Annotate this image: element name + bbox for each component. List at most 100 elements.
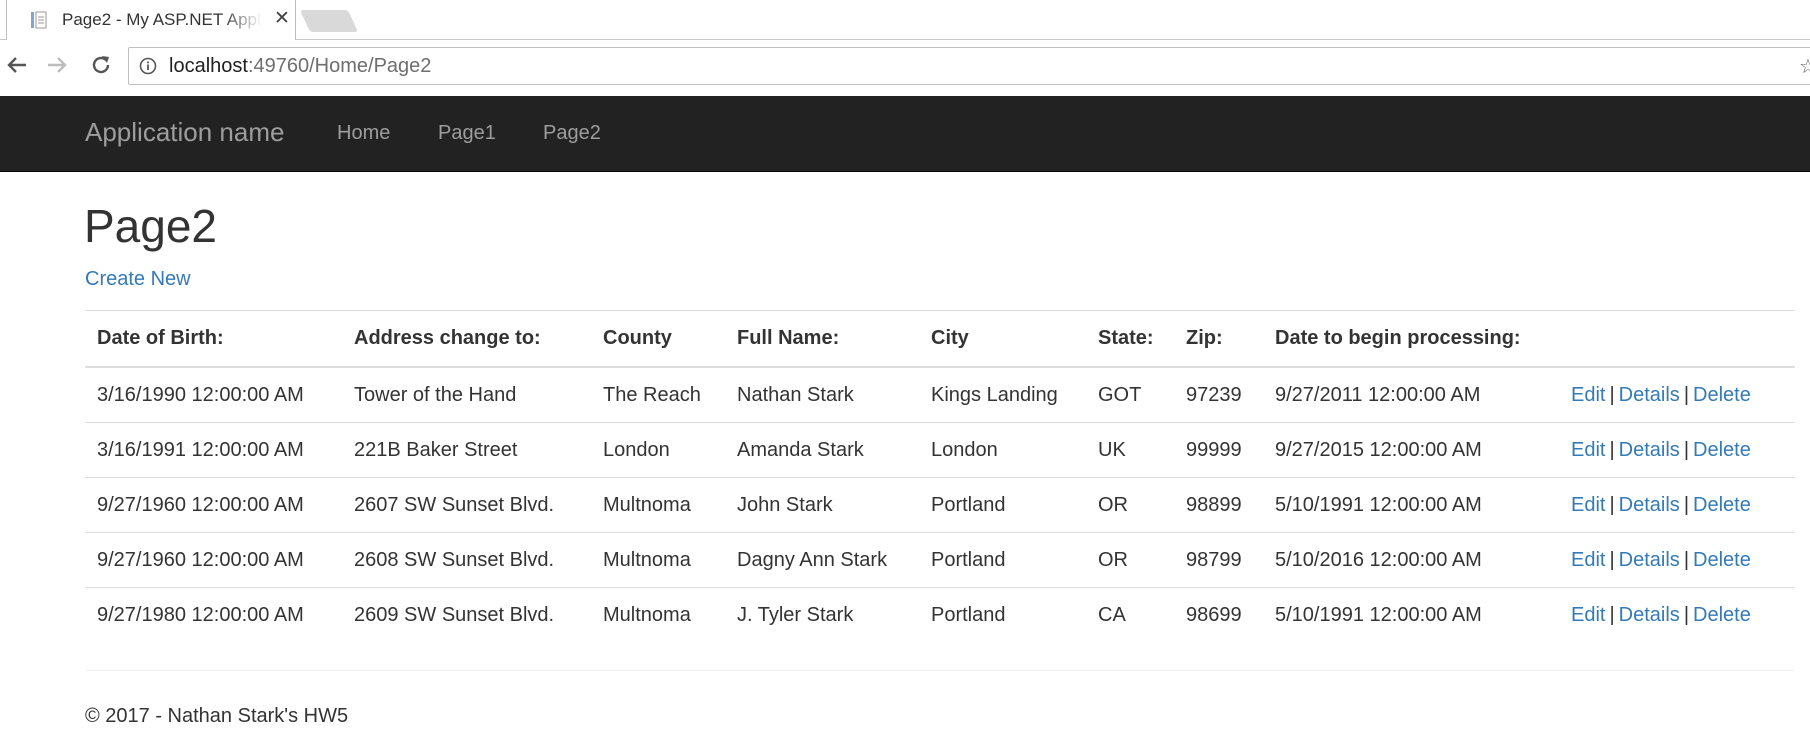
cell-date-of-birth: 9/27/1960 12:00:00 AM [85, 532, 342, 588]
separator: | [1609, 438, 1615, 461]
browser-tabstrip: Page2 - My ASP.NET Application ✕ [0, 0, 1810, 40]
footer-divider [85, 670, 1795, 671]
url-host: localhost [169, 55, 248, 77]
table-header-row: Date of Birth: Address change to: County… [85, 310, 1795, 368]
delete-link[interactable]: Delete [1693, 439, 1751, 461]
cell-county: London [591, 422, 725, 478]
cell-date-of-birth: 3/16/1991 12:00:00 AM [85, 422, 342, 478]
cell-city: Portland [919, 477, 1086, 533]
cell-actions: Edit | Details | Delete [1559, 422, 1795, 478]
page-title: Page2 [84, 200, 218, 252]
app-navbar: Application name Home Page1 Page2 [0, 96, 1810, 172]
new-tab-button[interactable] [299, 10, 359, 32]
separator: | [1683, 493, 1690, 516]
cell-actions: Edit | Details | Delete [1559, 477, 1795, 533]
details-link[interactable]: Details [1619, 384, 1680, 406]
cell-zip: 98799 [1174, 532, 1263, 588]
cell-state: OR [1086, 477, 1174, 533]
cell-actions: Edit | Details | Delete [1559, 588, 1795, 643]
table-row: 9/27/1960 12:00:00 AM 2608 SW Sunset Blv… [85, 532, 1795, 588]
header-date-of-birth: Date of Birth: [85, 310, 342, 368]
forward-icon[interactable] [40, 48, 74, 82]
cell-state: CA [1098, 603, 1126, 626]
navbar-brand[interactable]: Application name [85, 117, 284, 148]
separator: | [1683, 383, 1690, 406]
cell-actions: Edit | Details | Delete [1559, 532, 1795, 588]
browser-tab-active[interactable]: Page2 - My ASP.NET Application ✕ [6, 0, 296, 40]
cell-county: Multnoma [591, 532, 725, 588]
browser-tab-title: Page2 - My ASP.NET Application [62, 10, 262, 29]
edit-link[interactable]: Edit [1571, 384, 1605, 406]
back-icon[interactable] [0, 48, 34, 82]
separator: | [1683, 548, 1690, 571]
cell-county: Multnoma [603, 603, 691, 626]
separator: | [1683, 438, 1690, 461]
separator: | [1609, 493, 1615, 516]
cell-processing-date: 5/10/1991 12:00:00 AM [1263, 477, 1559, 533]
cell-full-name: John Stark [725, 477, 919, 533]
address-url: localhost:49760/Home/Page2 [169, 54, 431, 78]
cell-zip: 99999 [1174, 422, 1263, 478]
create-new-link[interactable]: Create New [85, 268, 191, 291]
cell-zip: 98899 [1174, 477, 1263, 533]
cell-actions: Edit | Details | Delete [1559, 367, 1795, 423]
document-icon [31, 11, 47, 29]
footer-copyright: © 2017 - Nathan Stark's HW5 [85, 705, 349, 727]
delete-link[interactable]: Delete [1693, 604, 1751, 626]
cell-address: 221B Baker Street [342, 422, 591, 478]
cell-processing-date: 9/27/2011 12:00:00 AM [1263, 367, 1559, 423]
cell-full-name: J. Tyler Stark [737, 603, 854, 626]
browser-toolbar: localhost:49760/Home/Page2 ☆ [0, 40, 1810, 96]
info-icon[interactable] [139, 57, 157, 75]
cell-state: UK [1086, 422, 1174, 478]
cell-address: 2609 SW Sunset Blvd. [354, 603, 555, 626]
delete-link[interactable]: Delete [1693, 494, 1751, 516]
cell-date-of-birth: 3/16/1990 12:00:00 AM [85, 367, 342, 423]
cell-address: Tower of the Hand [342, 367, 591, 423]
nav-link-page2[interactable]: Page2 [543, 122, 601, 145]
cell-address: 2607 SW Sunset Blvd. [342, 477, 591, 533]
cell-state: OR [1086, 532, 1174, 588]
cell-address: 2608 SW Sunset Blvd. [342, 532, 591, 588]
table-row: 3/16/1990 12:00:00 AM Tower of the Hand … [85, 367, 1795, 423]
url-path: :49760/Home/Page2 [247, 55, 432, 77]
cell-processing-date: 5/10/2016 12:00:00 AM [1263, 532, 1559, 588]
nav-link-home[interactable]: Home [337, 122, 390, 145]
header-processing-date: Date to begin processing: [1263, 310, 1559, 368]
cell-full-name: Dagny Ann Stark [725, 532, 919, 588]
cell-zip: 98699 [1186, 603, 1242, 626]
cell-processing-date: 9/27/2015 12:00:00 AM [1263, 422, 1559, 478]
details-link[interactable]: Details [1619, 439, 1680, 461]
nav-link-page1[interactable]: Page1 [438, 122, 496, 145]
delete-link[interactable]: Delete [1693, 549, 1751, 571]
header-city: City [919, 310, 1086, 368]
delete-link[interactable]: Delete [1693, 384, 1751, 406]
header-state: State: [1086, 310, 1174, 368]
separator: | [1609, 383, 1615, 406]
cell-county: The Reach [591, 367, 725, 423]
table-row: 3/16/1991 12:00:00 AM 221B Baker Street … [85, 422, 1795, 478]
cell-county: Multnoma [591, 477, 725, 533]
details-link[interactable]: Details [1619, 604, 1680, 626]
header-zip: Zip: [1174, 310, 1263, 368]
details-link[interactable]: Details [1619, 549, 1680, 571]
cell-state: GOT [1086, 367, 1174, 423]
header-full-name: Full Name: [725, 310, 919, 368]
bookmark-star-icon[interactable]: ☆ [1799, 54, 1810, 79]
header-actions [1559, 310, 1795, 368]
details-link[interactable]: Details [1619, 494, 1680, 516]
separator: | [1683, 603, 1690, 626]
close-icon[interactable]: ✕ [272, 7, 292, 31]
separator: | [1609, 548, 1615, 571]
cell-city: Portland [931, 603, 1006, 626]
cell-date-of-birth: 9/27/1960 12:00:00 AM [85, 477, 342, 533]
edit-link[interactable]: Edit [1571, 604, 1605, 626]
cell-full-name: Amanda Stark [725, 422, 919, 478]
cell-processing-date: 5/10/1991 12:00:00 AM [1275, 603, 1482, 626]
reload-icon[interactable] [84, 48, 118, 82]
table-row: 9/27/1980 12:00:00 AM 2609 SW Sunset Blv… [85, 588, 1795, 643]
address-bar[interactable]: localhost:49760/Home/Page2 ☆ [128, 47, 1810, 85]
edit-link[interactable]: Edit [1571, 494, 1605, 516]
edit-link[interactable]: Edit [1571, 549, 1605, 571]
edit-link[interactable]: Edit [1571, 439, 1605, 461]
